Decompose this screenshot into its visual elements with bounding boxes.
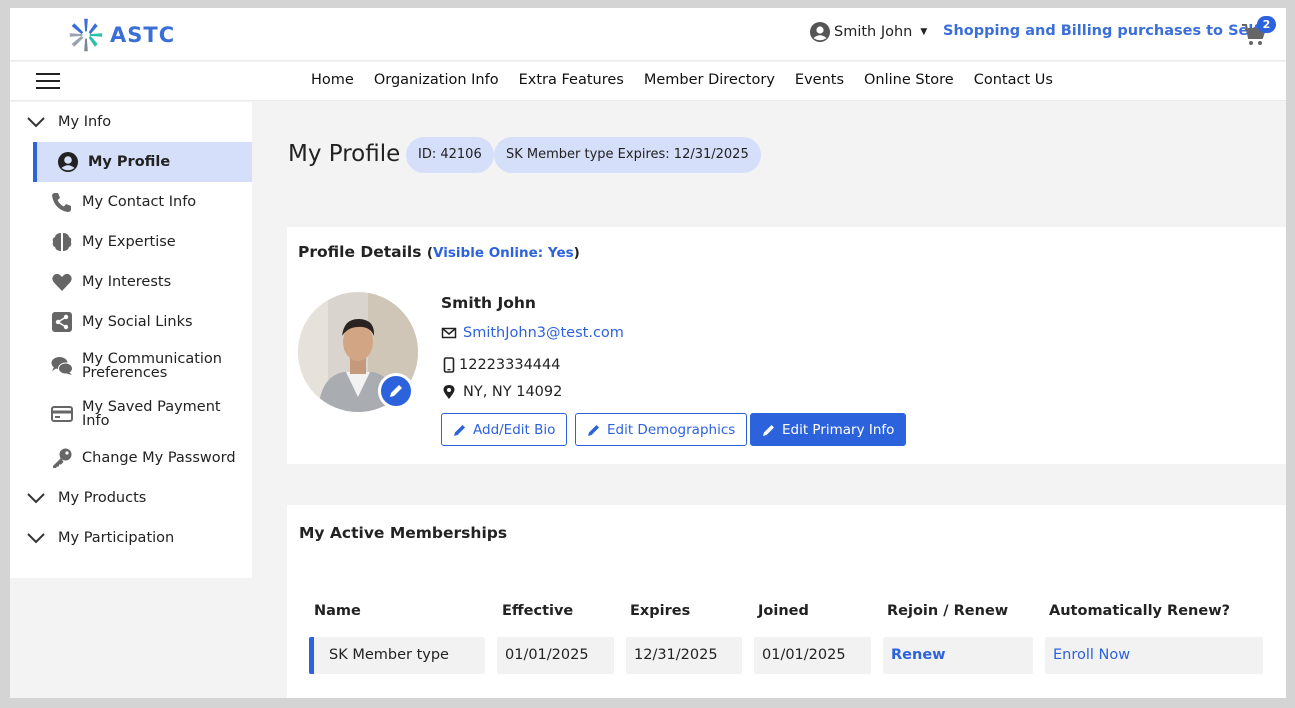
pencil-icon	[390, 385, 402, 397]
nav-member-directory[interactable]: Member Directory	[644, 72, 775, 88]
profile-name: Smith John	[441, 294, 536, 312]
share-icon	[52, 312, 72, 332]
nav-events[interactable]: Events	[795, 72, 844, 88]
membership-expiry-badge: SK Member type Expires: 12/31/2025	[494, 137, 761, 173]
sidebar-item-my-social-links[interactable]: My Social Links	[33, 311, 252, 333]
profile-email-row: SmithJohn3@test.com	[441, 325, 624, 341]
user-name: Smith John	[834, 24, 913, 40]
chevron-down-icon	[27, 117, 45, 128]
sidebar-item-my-profile[interactable]: My Profile	[33, 142, 252, 182]
membership-effective-cell: 01/01/2025	[497, 637, 614, 674]
add-edit-bio-button[interactable]: Add/Edit Bio	[441, 413, 568, 446]
edit-primary-info-button[interactable]: Edit Primary Info	[750, 413, 907, 446]
pencil-icon	[588, 424, 599, 436]
nav-organization-info[interactable]: Organization Info	[374, 72, 499, 88]
sidebar-item-my-communication-preferences[interactable]: My Communication Preferences	[33, 352, 252, 380]
membership-renew-cell: Renew	[883, 637, 1033, 674]
column-header-name: Name	[314, 603, 361, 619]
chevron-down-icon	[27, 533, 45, 544]
profile-details-card: Profile Details (Visible Online: Yes) Sm…	[287, 227, 1286, 464]
page-title: My Profile	[288, 141, 401, 167]
profile-phone-row: 12223334444	[441, 357, 560, 373]
top-bar: ASTC Smith John ▼ Shopping and Billing p…	[10, 8, 1286, 61]
sidebar-group-my-info[interactable]: My Info	[26, 114, 111, 130]
astc-logo-icon	[69, 18, 103, 52]
shopping-billing-link[interactable]: Shopping and Billing purchases to Self	[943, 23, 1260, 39]
profile-email-link[interactable]: SmithJohn3@test.com	[463, 325, 624, 341]
mobile-phone-icon	[443, 357, 455, 373]
sidebar-item-my-contact-info[interactable]: My Contact Info	[33, 191, 252, 213]
nav-extra-features[interactable]: Extra Features	[519, 72, 624, 88]
cart-button[interactable]: 2	[1242, 16, 1276, 48]
column-header-joined: Joined	[758, 603, 809, 619]
envelope-icon	[441, 327, 457, 339]
sidebar-item-my-expertise[interactable]: My Expertise	[33, 231, 252, 253]
user-circle-icon	[810, 22, 830, 42]
edit-photo-button[interactable]	[378, 373, 414, 409]
brand-logo[interactable]: ASTC	[68, 17, 175, 53]
column-header-expires: Expires	[630, 603, 691, 619]
active-memberships-title: My Active Memberships	[299, 524, 508, 542]
nav-contact-us[interactable]: Contact Us	[974, 72, 1053, 88]
main-nav: Home Organization Info Extra Features Me…	[10, 62, 1286, 101]
app-window: ASTC Smith John ▼ Shopping and Billing p…	[10, 8, 1286, 698]
sidebar-group-my-products[interactable]: My Products	[26, 490, 146, 506]
sidebar: My Info My Profile My Contact Info My Ex…	[10, 102, 252, 578]
phone-icon	[52, 193, 71, 212]
member-id-badge: ID: 42106	[406, 137, 494, 173]
heart-icon	[52, 273, 72, 291]
user-circle-icon	[58, 152, 78, 172]
membership-auto-renew-cell: Enroll Now	[1045, 637, 1263, 674]
sidebar-item-change-my-password[interactable]: Change My Password	[33, 447, 252, 469]
edit-demographics-button[interactable]: Edit Demographics	[575, 413, 748, 446]
pencil-icon	[763, 424, 774, 436]
column-header-rejoin-renew: Rejoin / Renew	[887, 603, 1009, 619]
profile-location: NY, NY 14092	[463, 384, 563, 400]
sidebar-item-my-interests[interactable]: My Interests	[33, 271, 252, 293]
visible-online-status[interactable]: Visible Online: Yes	[433, 245, 574, 261]
brand-name: ASTC	[110, 23, 176, 47]
caret-down-icon: ▼	[920, 27, 928, 37]
credit-card-icon	[51, 406, 73, 422]
active-memberships-card: My Active Memberships Name Effective Exp…	[287, 505, 1286, 698]
column-header-effective: Effective	[502, 603, 574, 619]
user-menu[interactable]: Smith John ▼	[810, 22, 927, 42]
cart-count-badge: 2	[1257, 16, 1276, 33]
pencil-icon	[454, 424, 465, 436]
comments-icon	[51, 357, 73, 375]
membership-name-cell: SK Member type	[309, 637, 485, 674]
chevron-down-icon	[27, 493, 45, 504]
renew-link[interactable]: Renew	[891, 647, 946, 663]
sidebar-item-my-saved-payment-info[interactable]: My Saved Payment Info	[33, 400, 252, 428]
membership-joined-cell: 01/01/2025	[754, 637, 871, 674]
nav-links: Home Organization Info Extra Features Me…	[311, 72, 1073, 88]
profile-details-title: Profile Details (Visible Online: Yes)	[298, 243, 580, 261]
sidebar-group-my-participation[interactable]: My Participation	[26, 530, 174, 546]
profile-location-row: NY, NY 14092	[441, 384, 562, 400]
enroll-now-link[interactable]: Enroll Now	[1053, 647, 1130, 663]
nav-online-store[interactable]: Online Store	[864, 72, 954, 88]
key-icon	[53, 448, 72, 468]
brain-icon	[52, 233, 72, 251]
map-marker-icon	[443, 385, 455, 399]
profile-phone: 12223334444	[459, 357, 561, 373]
column-header-auto-renew: Automatically Renew?	[1049, 603, 1231, 619]
hamburger-menu-icon[interactable]	[36, 73, 60, 91]
nav-home[interactable]: Home	[311, 72, 354, 88]
membership-expires-cell: 12/31/2025	[626, 637, 742, 674]
